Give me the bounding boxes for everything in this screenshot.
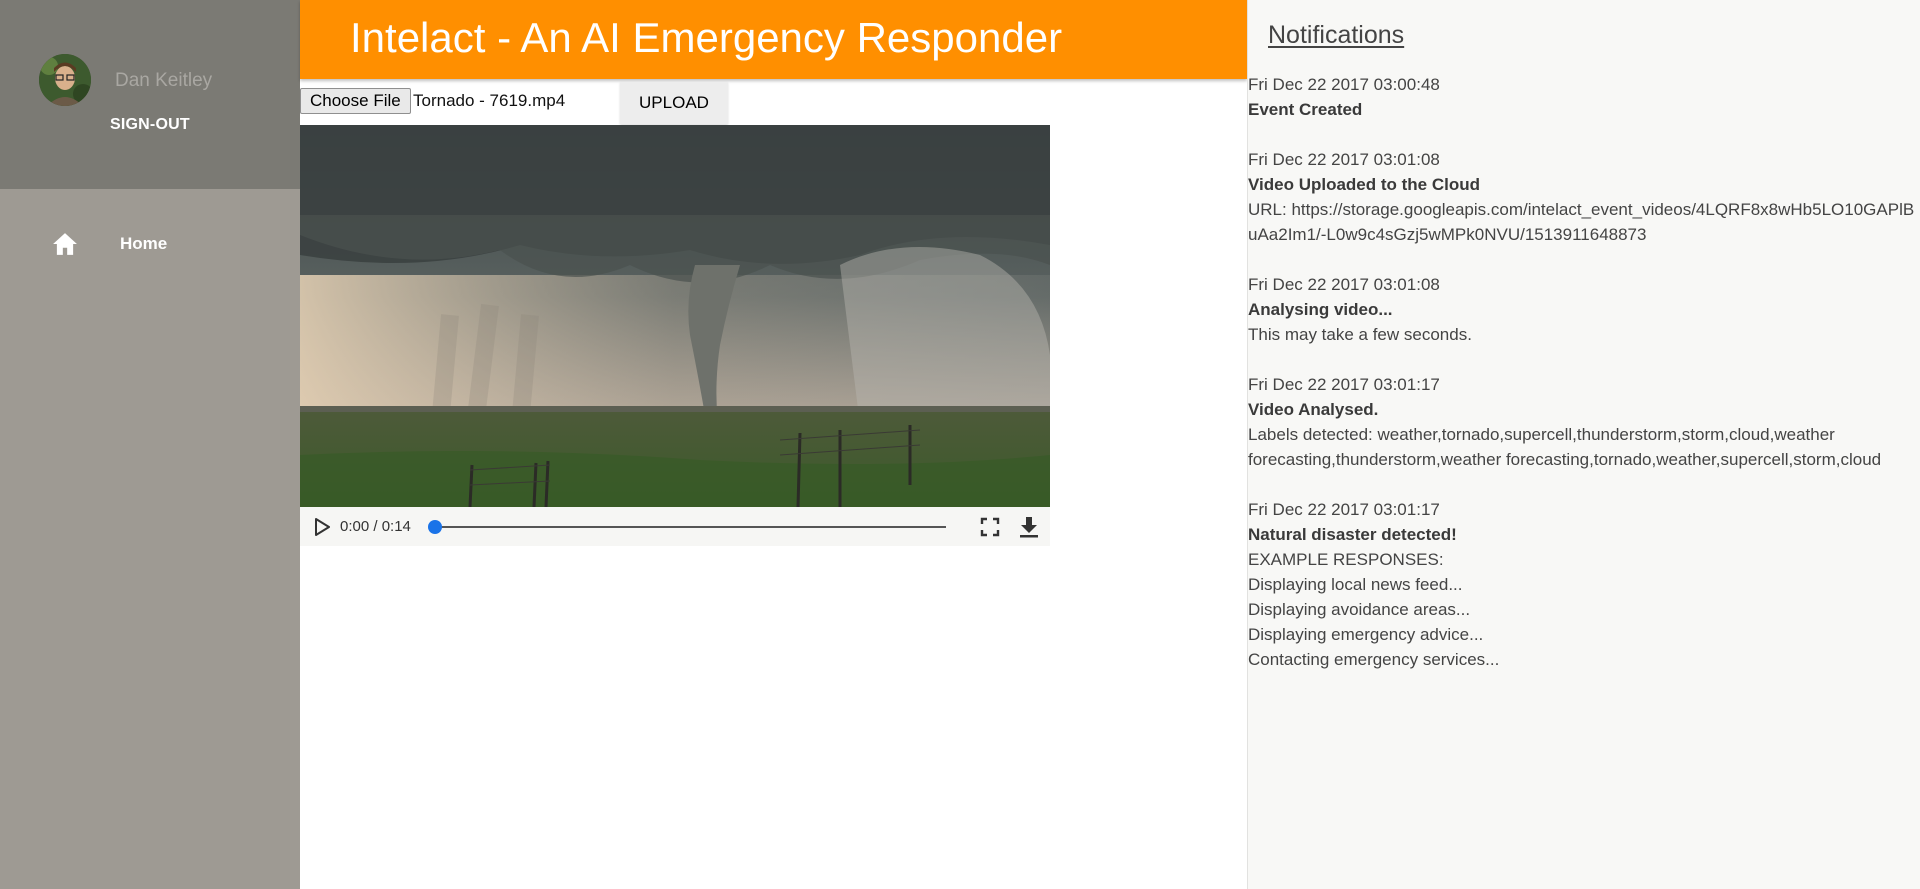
choose-file-button[interactable]: Choose File <box>300 88 411 114</box>
user-name: Dan Keitley <box>115 70 213 91</box>
notification-heading: Video Uploaded to the Cloud <box>1248 175 1481 194</box>
app-header: Intelact - An AI Emergency Responder <box>300 0 1247 79</box>
notification-labels: Labels detected: weather,tornado,superce… <box>1248 425 1882 469</box>
video-player[interactable] <box>300 125 1050 507</box>
sidebar: Dan Keitley SIGN-OUT Home <box>0 0 300 889</box>
seek-bar[interactable] <box>428 520 946 534</box>
notification-timestamp: Fri Dec 22 2017 03:00:48 <box>1248 75 1440 94</box>
notification-heading: Analysing video... <box>1248 300 1393 319</box>
notification-item: Fri Dec 22 2017 03:01:08 Analysing video… <box>1248 272 1920 347</box>
notification-heading: Natural disaster detected! <box>1248 525 1457 544</box>
avatar <box>39 54 91 106</box>
sign-out-button[interactable]: SIGN-OUT <box>110 116 190 134</box>
notification-detail: EXAMPLE RESPONSES: <box>1248 550 1444 569</box>
notifications-title: Notifications <box>1268 21 1405 49</box>
sidebar-item-home[interactable]: Home <box>0 222 300 266</box>
notification-timestamp: Fri Dec 22 2017 03:01:08 <box>1248 275 1440 294</box>
video-frame-image <box>300 125 1050 507</box>
page-title: Intelact - An AI Emergency Responder <box>350 14 1063 61</box>
notification-item: Fri Dec 22 2017 03:01:17 Natural disaste… <box>1248 497 1920 672</box>
notifications-list: Fri Dec 22 2017 03:00:48 Event Created F… <box>1248 72 1920 697</box>
play-icon[interactable] <box>314 518 330 536</box>
video-time: 0:00 / 0:14 <box>340 518 411 535</box>
notification-timestamp: Fri Dec 22 2017 03:01:17 <box>1248 375 1440 394</box>
notification-detail: Displaying local news feed... <box>1248 575 1463 594</box>
download-icon[interactable] <box>1019 516 1039 538</box>
notification-heading: Video Analysed. <box>1248 400 1379 419</box>
notification-url: URL: https://storage.googleapis.com/inte… <box>1248 200 1915 244</box>
notification-timestamp: Fri Dec 22 2017 03:01:17 <box>1248 500 1440 519</box>
notification-detail: Displaying emergency advice... <box>1248 625 1484 644</box>
notification-heading: Event Created <box>1248 100 1363 119</box>
sidebar-item-label: Home <box>120 234 168 253</box>
notification-item: Fri Dec 22 2017 03:01:08 Video Uploaded … <box>1248 147 1920 247</box>
notification-detail: Contacting emergency services... <box>1248 650 1500 669</box>
selected-file-name: Tornado - 7619.mp4 <box>413 91 566 110</box>
notification-item: Fri Dec 22 2017 03:01:17 Video Analysed.… <box>1248 372 1920 472</box>
notifications-panel: Notifications Fri Dec 22 2017 03:00:48 E… <box>1247 0 1920 889</box>
notification-timestamp: Fri Dec 22 2017 03:01:08 <box>1248 150 1440 169</box>
video-controls: 0:00 / 0:14 <box>300 507 1050 546</box>
notification-detail: Displaying avoidance areas... <box>1248 600 1471 619</box>
upload-button[interactable]: UPLOAD <box>620 82 728 124</box>
seek-thumb[interactable] <box>428 520 442 534</box>
user-panel: Dan Keitley SIGN-OUT <box>0 0 300 189</box>
notification-item: Fri Dec 22 2017 03:00:48 Event Created <box>1248 72 1920 122</box>
home-icon <box>53 233 77 255</box>
notification-detail: This may take a few seconds. <box>1248 325 1472 344</box>
fullscreen-icon[interactable] <box>980 517 1000 537</box>
